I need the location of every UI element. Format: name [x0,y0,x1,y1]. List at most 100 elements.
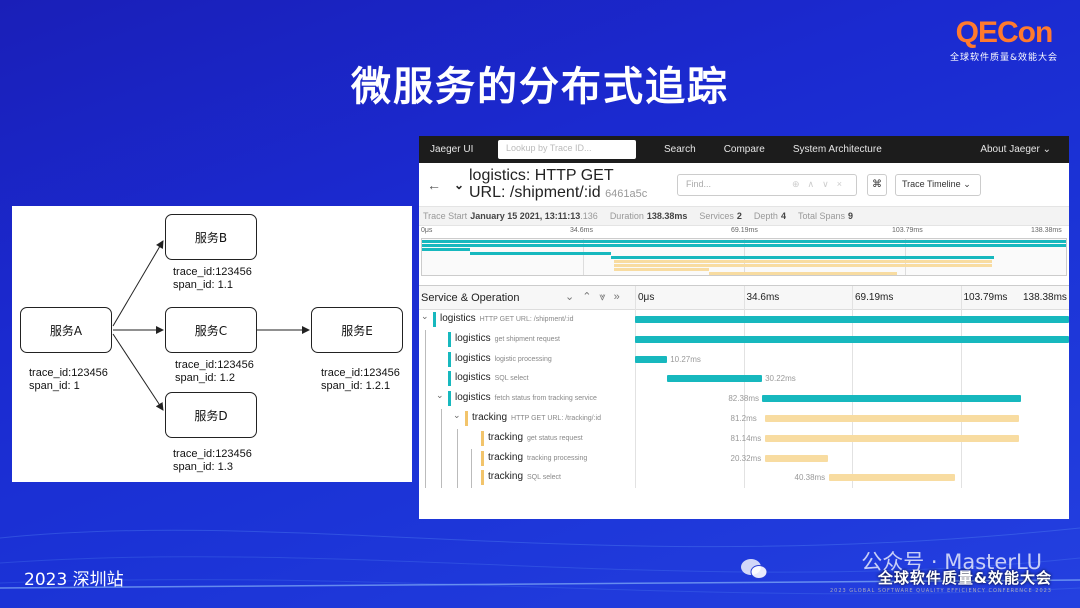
span-service-label[interactable]: logistics fetch status from tracking serv… [455,392,597,403]
span-bar[interactable] [828,474,956,482]
service-color-bar [448,391,451,407]
span-service-label[interactable]: logistics get shipment request [455,333,560,344]
minimap-span-bar [422,248,470,251]
span-bar[interactable] [762,395,1021,403]
logo-subtitle: 全球软件质量&效能大会 [949,53,1058,63]
span-bar[interactable] [635,335,1069,343]
span-row[interactable]: logistics get shipment request [419,330,1069,350]
timeline-tick-label: 69.19ms [855,292,894,303]
span-duration-label: 30.22ms [765,374,796,384]
trace-id: trace_id:123456 [175,359,254,371]
collapse-chevron-icon[interactable]: ⌄ [449,178,469,192]
span-service-name: tracking [488,451,524,463]
trace-stats: Trace Start January 15 2021, 13:11:13.136… [419,207,1069,226]
jaeger-screenshot: Jaeger UI Lookup by Trace ID... Search C… [419,136,1069,519]
trace-id: trace_id:123456 [29,367,108,379]
span-duration-label: 40.38ms [794,473,826,483]
span-service-label[interactable]: tracking HTTP GET URL: /tracking/:id [472,412,601,423]
service-e-node: 服务E [311,307,403,353]
minimap-span-bar [610,256,995,259]
back-arrow-icon[interactable]: ← [419,177,449,193]
duration-label: Duration [609,211,644,221]
minimap-span-bar [469,252,611,255]
view-select[interactable]: Trace Timeline ⌄ [895,173,981,196]
jaeger-brand-link[interactable]: Jaeger UI [430,144,498,155]
event-location: 2023 深圳站 [24,570,124,590]
minimap-canvas[interactable] [421,238,1067,276]
span-row[interactable]: ⌄ tracking HTTP GET URL: /tracking/:id 81.2… [419,409,1069,429]
trace-title: logistics: HTTP GET URL: /shipment/:id 6… [469,167,665,203]
nav-about-dropdown[interactable]: About Jaeger ⌄ [980,144,1051,155]
span-id: span_id: 1.2.1 [321,380,391,392]
minimap-ticks: 0μs 34.6ms 69.19ms 103.79ms 138.38ms [419,226,1069,236]
trace-id-short: 6461a5c [605,187,648,200]
span-service-label[interactable]: logistics logistic processing [455,353,552,364]
expand-toggle-icon[interactable]: ⌄ [453,410,461,421]
minimap-span-bar [422,244,1066,247]
span-row[interactable]: tracking get status request 81.14ms [419,429,1069,449]
find-input[interactable]: Find... ⊕∧∨× [677,173,857,196]
span-row[interactable]: logistics logistic processing 10.27ms [419,350,1069,370]
timeline-gridline [960,286,962,310]
span-service-name: tracking [488,431,524,443]
slide-title: 微服务的分布式追踪 [351,64,729,110]
logo-main: QECon [955,16,1054,49]
service-b-info: trace_id:123456 span_id: 1.1 [173,266,252,292]
span-service-name: logistics [440,313,476,324]
depth-label: Depth [753,211,778,221]
keyboard-shortcuts-button[interactable]: ⌘ [867,173,887,196]
expand-toggle-icon[interactable]: ⌄ [436,390,444,401]
span-bar[interactable] [764,414,1020,422]
span-service-name: logistics [455,392,491,404]
trace-id-lookup-input[interactable]: Lookup by Trace ID... [498,140,636,159]
trace-minimap[interactable]: 0μs 34.6ms 69.19ms 103.79ms 138.38ms [419,226,1069,286]
jaeger-navbar: Jaeger UI Lookup by Trace ID... Search C… [419,136,1069,163]
span-service-label[interactable]: logistics SQL select [455,372,529,383]
span-duration-label: 82.38ms [728,394,760,404]
minimap-tick-label: 69.19ms [731,227,758,234]
span-row[interactable]: ⌄ logistics HTTP GET URL: /shipment/:id [419,310,1069,330]
service-d-info: trace_id:123456 span_id: 1.3 [173,448,252,474]
trace-id: trace_id:123456 [321,367,400,379]
trace-title-line2: URL: /shipment/:id [469,183,601,201]
span-service-name: logistics [455,372,491,384]
span-operation-name: HTTP GET URL: /tracking/:id [511,414,602,422]
service-c-node: 服务C [165,307,257,353]
find-nav-icons[interactable]: ⊕∧∨× [792,179,850,190]
expand-collapse-icons[interactable]: ⌄⌃⩔» [565,290,628,304]
span-operation-name: logistic processing [494,355,552,363]
timeline-tick-label: 0μs [638,292,655,303]
span-service-label[interactable]: logistics HTTP GET URL: /shipment/:id [440,313,573,324]
qecon-logo: QECon 全球软件质量&效能大会 [949,16,1058,64]
span-bar[interactable] [667,375,763,383]
minimap-span-bar [614,268,709,271]
service-color-bar [481,430,484,446]
span-bar[interactable] [635,316,1069,323]
expand-toggle-icon[interactable]: ⌄ [421,311,429,322]
chevron-down-icon: ⌄ [1042,144,1051,155]
span-duration-label: 10.27ms [670,354,701,364]
span-bar[interactable] [764,434,1019,442]
span-row[interactable]: ⌄ logistics fetch status from tracking ser… [419,389,1069,409]
minimap-tick-label: 103.79ms [892,227,923,234]
span-duration-label: 20.32ms [730,453,762,463]
services-label: Services [699,211,734,221]
span-service-label[interactable]: tracking tracking processing [488,452,587,463]
service-color-bar [481,450,484,466]
trace-start-label: Trace Start [423,211,468,221]
span-service-label[interactable]: tracking SQL select [488,471,561,482]
conference-subtitle: 2023 GLOBAL SOFTWARE QUALITY EFFICIENCY … [829,588,1052,594]
span-bar[interactable] [764,454,829,462]
nav-compare[interactable]: Compare [724,144,765,155]
total-spans-label: Total Spans [797,211,845,221]
minimap-span-bar [422,240,1066,243]
timeline-gridline [743,286,745,310]
span-bar[interactable] [635,355,668,363]
nav-search[interactable]: Search [664,144,696,155]
span-row[interactable]: tracking SQL select 40.38ms [419,468,1069,488]
span-service-label[interactable]: tracking get status request [488,432,583,443]
nav-system-architecture[interactable]: System Architecture [793,144,882,155]
span-row[interactable]: tracking tracking processing 20.32ms [419,449,1069,469]
span-row[interactable]: logistics SQL select 30.22ms [419,369,1069,389]
span-id: span_id: 1 [29,380,80,392]
